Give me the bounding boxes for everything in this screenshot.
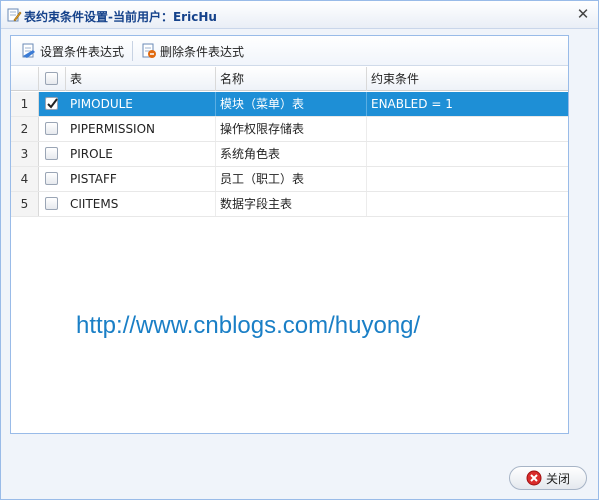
cell-table: PISTAFF — [66, 167, 216, 191]
grid-panel: 设置条件表达式 删除条件表达式 表 名称 约束条件 1 PIMODULE 模块（… — [10, 35, 569, 434]
cell-table: PIMODULE — [66, 92, 216, 116]
cell-table: CIITEMS — [66, 192, 216, 216]
header-condition[interactable]: 约束条件 — [367, 67, 568, 91]
red-x-icon — [526, 470, 542, 486]
cell-name: 操作权限存储表 — [216, 117, 367, 141]
set-condition-button[interactable]: 设置条件表达式 — [17, 40, 128, 62]
row-checkbox[interactable] — [45, 197, 58, 210]
table-row[interactable]: 4 PISTAFF 员工（职工）表 — [11, 167, 568, 192]
cell-name: 数据字段主表 — [216, 192, 367, 216]
header-table[interactable]: 表 — [66, 67, 216, 91]
row-number: 5 — [11, 192, 39, 216]
row-number: 3 — [11, 142, 39, 166]
cell-table: PIPERMISSION — [66, 117, 216, 141]
row-checkbox[interactable] — [45, 122, 58, 135]
toolbar-separator — [132, 41, 133, 61]
delete-condition-icon — [142, 43, 156, 58]
row-checkbox[interactable] — [45, 147, 58, 160]
close-icon[interactable]: ✕ — [576, 7, 590, 22]
window-title: 表约束条件设置-当前用户：EricHu — [24, 10, 217, 24]
dialog-window: 表约束条件设置-当前用户：EricHu ✕ 设置条件表达式 删除条件表达式 表 … — [0, 0, 599, 500]
toolbar: 设置条件表达式 删除条件表达式 — [11, 36, 568, 66]
cell-condition — [367, 167, 568, 191]
header-select-all[interactable] — [39, 67, 66, 91]
watermark-url: http://www.cnblogs.com/huyong/ — [76, 312, 421, 339]
cell-name: 系统角色表 — [216, 142, 367, 166]
header-name[interactable]: 名称 — [216, 67, 367, 91]
table-row[interactable]: 3 PIROLE 系统角色表 — [11, 142, 568, 167]
title-bar[interactable]: 表约束条件设置-当前用户：EricHu ✕ — [1, 1, 598, 29]
cell-table: PIROLE — [66, 142, 216, 166]
table-row[interactable]: 2 PIPERMISSION 操作权限存储表 — [11, 117, 568, 142]
add-condition-icon — [22, 43, 35, 58]
table-row[interactable]: 5 CIITEMS 数据字段主表 — [11, 192, 568, 217]
delete-condition-button[interactable]: 删除条件表达式 — [137, 40, 248, 62]
close-button[interactable]: 关闭 — [509, 466, 587, 490]
select-all-checkbox[interactable] — [45, 72, 58, 85]
cell-condition — [367, 192, 568, 216]
table-row[interactable]: 1 PIMODULE 模块（菜单）表 ENABLED = 1 — [11, 92, 568, 117]
header-rownum — [11, 67, 39, 91]
row-number: 2 — [11, 117, 39, 141]
delete-condition-label: 删除条件表达式 — [160, 44, 245, 59]
row-number: 4 — [11, 167, 39, 191]
checkmark-icon — [47, 98, 58, 109]
edit-icon — [6, 7, 22, 23]
grid-header: 表 名称 约束条件 — [11, 67, 568, 91]
cell-condition — [367, 117, 568, 141]
dialog-body: 设置条件表达式 删除条件表达式 表 名称 约束条件 1 PIMODULE 模块（… — [1, 29, 598, 499]
set-condition-label: 设置条件表达式 — [40, 44, 125, 59]
close-button-label: 关闭 — [545, 471, 570, 486]
row-checkbox[interactable] — [45, 172, 58, 185]
cell-condition: ENABLED = 1 — [371, 97, 453, 111]
row-number: 1 — [11, 92, 39, 116]
cell-name: 员工（职工）表 — [216, 167, 367, 191]
cell-condition — [367, 142, 568, 166]
row-checkbox[interactable] — [45, 97, 58, 110]
cell-name: 模块（菜单）表 — [216, 92, 367, 116]
